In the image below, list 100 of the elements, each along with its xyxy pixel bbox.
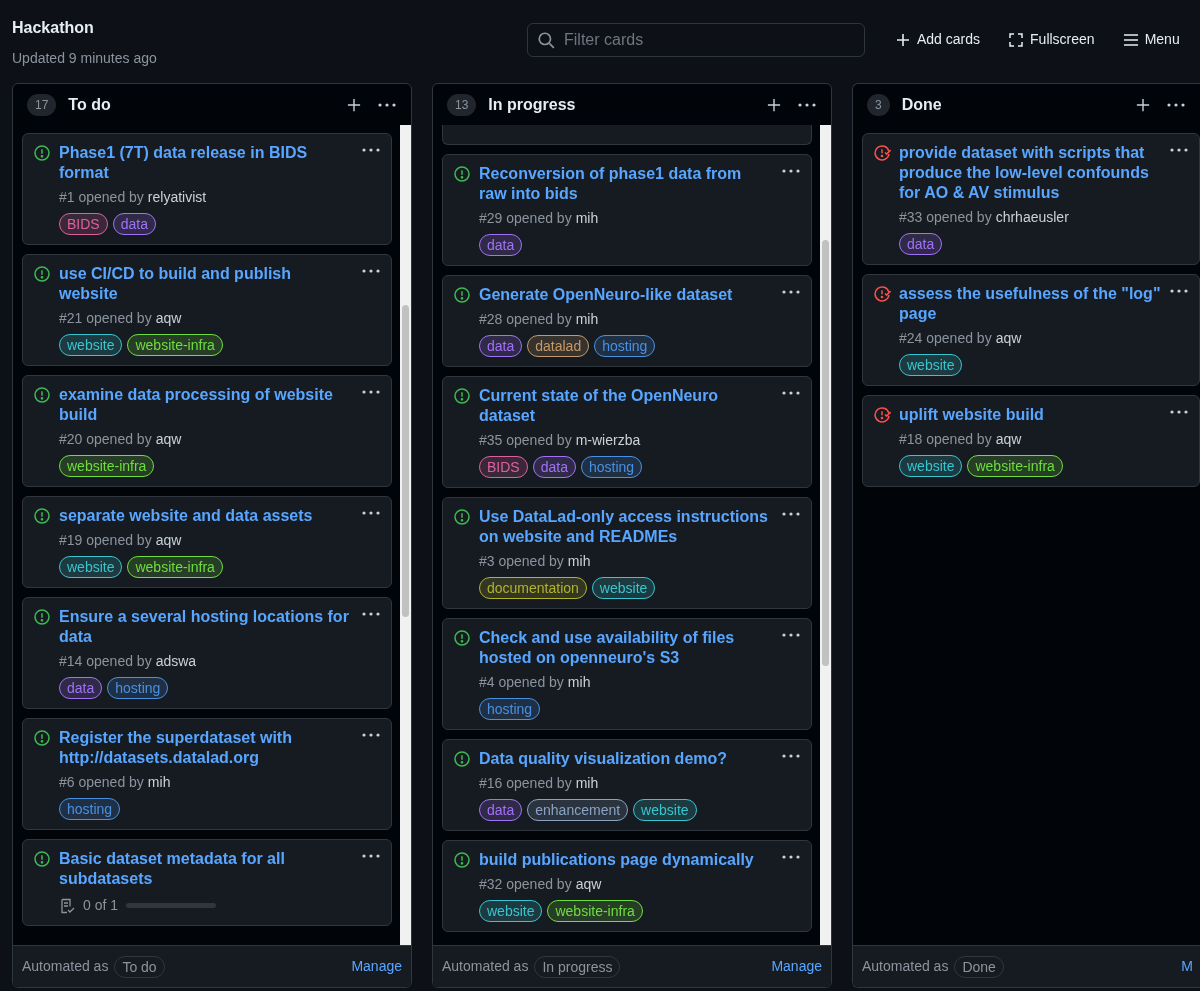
label-tag[interactable]: enhancement — [527, 799, 629, 821]
label-tag[interactable]: documentation — [479, 577, 587, 599]
scrollbar[interactable] — [400, 125, 411, 945]
more-icon[interactable] — [361, 611, 381, 617]
issue-meta: #3 opened by — [479, 552, 564, 571]
author-name: mih — [567, 673, 591, 692]
label-tag[interactable]: website-infra — [547, 900, 643, 922]
issue-title-link[interactable]: Basic dataset metadata for all subdatasets — [59, 849, 351, 889]
author-name: aqw — [155, 531, 182, 550]
automation-text: Automated as — [22, 957, 109, 976]
issue-title-link[interactable]: Register the superdataset with http://datasets.datalad.org — [59, 728, 351, 768]
label-tag[interactable]: website-infra — [127, 334, 223, 356]
label-tag[interactable]: website — [591, 577, 656, 599]
label-tag[interactable]: data — [899, 233, 943, 255]
more-icon[interactable] — [781, 854, 801, 860]
label-tag[interactable]: hosting — [59, 798, 121, 820]
fullscreen-button[interactable]: Fullscreen — [1008, 29, 1095, 50]
author-name: mih — [575, 310, 599, 329]
author-name: aqw — [155, 309, 182, 328]
label-tag[interactable]: data — [479, 335, 523, 357]
issue-title-link[interactable]: assess the usefulness of the "log" page — [899, 284, 1161, 324]
author-name: chrhaeusler — [995, 208, 1069, 227]
plus-icon[interactable] — [347, 97, 361, 112]
issue-title-link[interactable]: provide dataset with scripts that produce the low-level confounds for AO & AV stimulus — [899, 143, 1161, 203]
label-tag[interactable]: website — [59, 556, 123, 578]
fullscreen-icon — [1008, 31, 1025, 48]
label-tag[interactable]: website — [479, 900, 543, 922]
issue-meta: #24 opened by — [899, 329, 992, 348]
manage-link[interactable]: Manage — [771, 956, 822, 977]
label-tag[interactable]: website-infra — [59, 455, 155, 477]
label-tag[interactable]: website — [899, 455, 963, 477]
manage-link[interactable]: Manage — [351, 956, 402, 977]
issue-meta: #6 opened by — [59, 773, 144, 792]
more-icon[interactable] — [1169, 147, 1189, 153]
label-tag[interactable]: data — [532, 456, 576, 478]
label-tag[interactable]: data — [59, 677, 103, 699]
more-icon[interactable] — [1169, 409, 1189, 415]
menu-button[interactable]: Menu — [1122, 29, 1180, 50]
issue-meta: #20 opened by — [59, 430, 152, 449]
scrollbar-thumb[interactable] — [822, 239, 829, 667]
more-icon[interactable] — [377, 101, 397, 108]
more-icon[interactable] — [781, 168, 801, 174]
filter-field[interactable]: Filter cards — [527, 23, 865, 57]
column-title: Done — [901, 94, 942, 115]
label-tag[interactable]: datalad — [527, 335, 590, 357]
more-icon[interactable] — [781, 289, 801, 295]
label-tag[interactable]: website-infra — [967, 455, 1063, 477]
more-icon[interactable] — [781, 753, 801, 759]
label-tag[interactable]: hosting — [580, 456, 643, 478]
issue-title-link[interactable]: use CI/CD to build and publish website — [59, 264, 351, 304]
issue-title-link[interactable]: uplift website build — [899, 405, 1044, 425]
label-tag[interactable]: data — [479, 234, 523, 256]
issue-title-link[interactable]: Current state of the OpenNeuro dataset — [479, 386, 771, 426]
author-name: aqw — [995, 430, 1022, 449]
label-tag[interactable]: data — [112, 213, 156, 235]
more-icon[interactable] — [361, 147, 381, 153]
author-name: mih — [147, 773, 171, 792]
issue-title-link[interactable]: Data quality visualization demo? — [479, 749, 728, 769]
label-tag[interactable]: BIDS — [59, 213, 108, 235]
more-icon[interactable] — [361, 389, 381, 395]
label-tag[interactable]: hosting — [107, 677, 169, 699]
issue-title-link[interactable]: Ensure a several hosting locations for data — [59, 607, 351, 647]
more-icon[interactable] — [797, 101, 817, 108]
count-badge: 17 — [27, 93, 57, 116]
plus-icon[interactable] — [1136, 97, 1150, 112]
issue-title-link[interactable]: Use DataLad-only access instructions on website and READMEs — [479, 507, 771, 547]
label-tag[interactable]: website-infra — [127, 556, 223, 578]
scrollbar-thumb[interactable] — [402, 305, 409, 617]
author-name: aqw — [995, 329, 1022, 348]
issue-meta: #29 opened by — [479, 209, 572, 228]
issue-title-link[interactable]: Phase1 (7T) data release in BIDS format — [59, 143, 351, 183]
label-tag[interactable]: data — [479, 799, 523, 821]
more-icon[interactable] — [781, 390, 801, 396]
label-tag[interactable]: BIDS — [479, 456, 528, 478]
more-icon[interactable] — [361, 853, 381, 859]
issue-title-link[interactable]: separate website and data assets — [59, 506, 313, 526]
issue-title-link[interactable]: build publications page dynamically — [479, 850, 754, 870]
more-icon[interactable] — [1166, 101, 1186, 108]
scrollbar[interactable] — [820, 125, 831, 945]
issue-title-link[interactable]: examine data processing of website build — [59, 385, 351, 425]
more-icon[interactable] — [781, 632, 801, 638]
label-tag[interactable]: website — [59, 334, 123, 356]
label-tag[interactable]: website — [899, 354, 963, 376]
issue-title-link[interactable]: Check and use availability of files hosted on openneuro's S3 — [479, 628, 771, 668]
more-icon[interactable] — [361, 732, 381, 738]
label-tag[interactable]: hosting — [479, 698, 541, 720]
more-icon[interactable] — [361, 510, 381, 516]
more-icon[interactable] — [781, 511, 801, 517]
issue-title-link[interactable]: Reconversion of phase1 data from raw into bids — [479, 164, 771, 204]
automation-text: Automated as — [862, 957, 949, 976]
more-icon[interactable] — [1169, 288, 1189, 294]
checklist-icon — [59, 897, 75, 914]
issue-title-link[interactable]: Generate OpenNeuro-like dataset — [479, 285, 733, 305]
label-tag[interactable]: hosting — [594, 335, 656, 357]
add-button[interactable]: Add cards — [895, 29, 981, 50]
plus-icon[interactable] — [767, 97, 781, 112]
issue-meta: #18 opened by — [899, 430, 992, 449]
manage-link[interactable]: M — [1181, 956, 1193, 977]
label-tag[interactable]: website — [633, 799, 697, 821]
more-icon[interactable] — [361, 268, 381, 274]
